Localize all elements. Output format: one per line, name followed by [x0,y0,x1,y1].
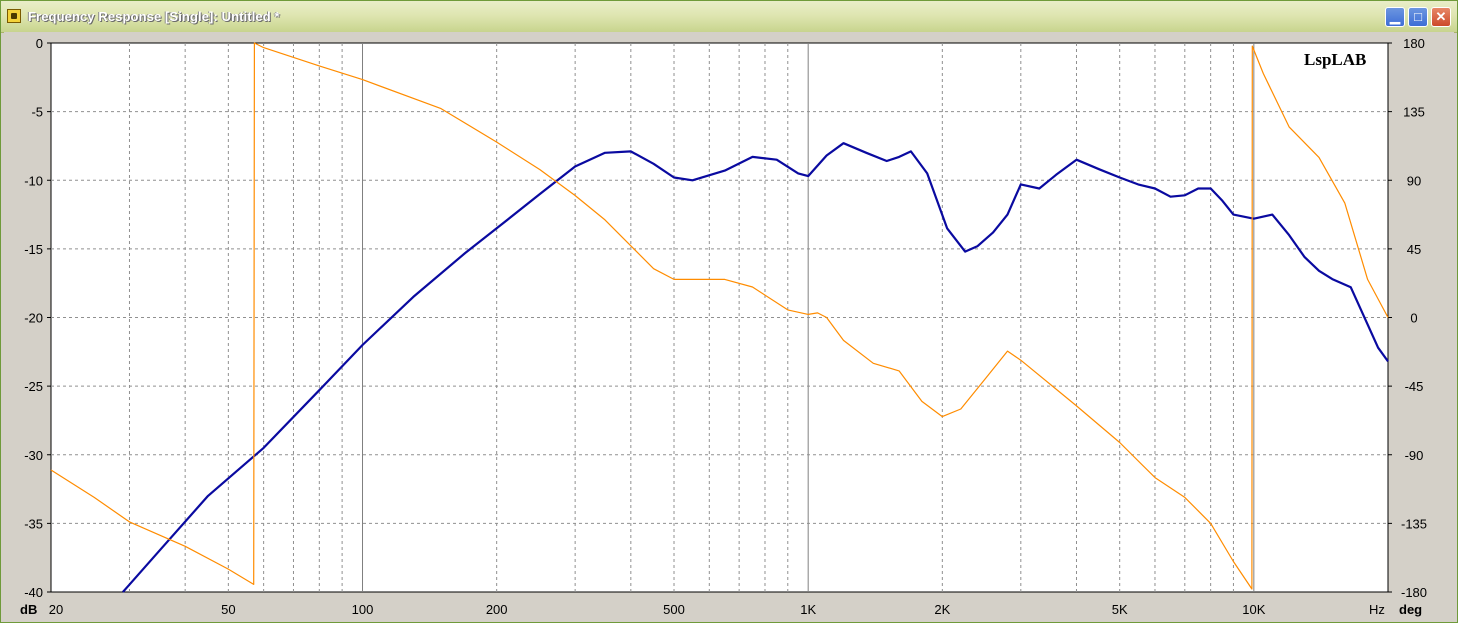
minimize-button[interactable]: ▁ [1385,7,1405,27]
x-tick-label: 20 [49,602,63,617]
y-right-tick-label: 45 [1407,242,1421,257]
y-left-tick-label: -40 [24,585,43,600]
y-left-tick-label: -20 [24,311,43,326]
chart-area: 20 50 100 200 500 1K 2K 5K 10K 0 -5 -10 -15 -20 -25 -3… [4,32,1454,621]
y-right-tick-label: -90 [1405,448,1424,463]
x-tick-label: 500 [663,602,685,617]
x-tick-label: 100 [352,602,374,617]
watermark: LspLAB [1304,50,1366,69]
y-left-tick-label: -10 [24,173,43,188]
x-unit: Hz [1369,602,1385,617]
y-right-tick-label: -180 [1401,585,1427,600]
x-tick-label: 5K [1112,602,1128,617]
app-window: Frequency Response [Single]: Untitled * … [0,0,1458,623]
y-left-unit: dB [20,602,37,617]
x-tick-label: 50 [221,602,235,617]
title-bar[interactable]: Frequency Response [Single]: Untitled * … [1,1,1457,33]
x-tick-label: 1K [800,602,816,617]
window-title: Frequency Response [Single]: Untitled * [28,9,280,24]
y-right-tick-label: -45 [1405,379,1424,394]
y-left-tick-label: -35 [24,516,43,531]
y-left-tick-label: -25 [24,379,43,394]
y-left-tick-label: 0 [36,36,43,51]
y-axis-left: 0 -5 -10 -15 -20 -25 -30 -35 -40 [24,36,51,600]
x-tick-label: 10K [1242,602,1265,617]
frequency-response-chart: 20 50 100 200 500 1K 2K 5K 10K 0 -5 -10 -15 -20 -25 -3… [20,36,1427,617]
x-tick-label: 200 [486,602,508,617]
y-right-tick-label: 135 [1403,105,1425,120]
y-axis-right: 180 135 90 45 0 -45 -90 -135 -180 [1388,36,1427,600]
y-right-tick-label: -135 [1401,516,1427,531]
close-button[interactable]: ✕ [1431,7,1451,27]
y-left-tick-label: -15 [24,242,43,257]
maximize-button[interactable]: □ [1408,7,1428,27]
y-right-tick-label: 180 [1403,36,1425,51]
app-icon[interactable] [7,9,21,23]
y-right-unit: deg [1399,602,1422,617]
x-tick-label: 2K [934,602,950,617]
y-right-tick-label: 90 [1407,173,1421,188]
y-left-tick-label: -5 [31,105,43,120]
y-left-tick-label: -30 [24,448,43,463]
x-axis: 20 50 100 200 500 1K 2K 5K 10K [49,602,1266,617]
y-right-tick-label: 0 [1410,311,1417,326]
